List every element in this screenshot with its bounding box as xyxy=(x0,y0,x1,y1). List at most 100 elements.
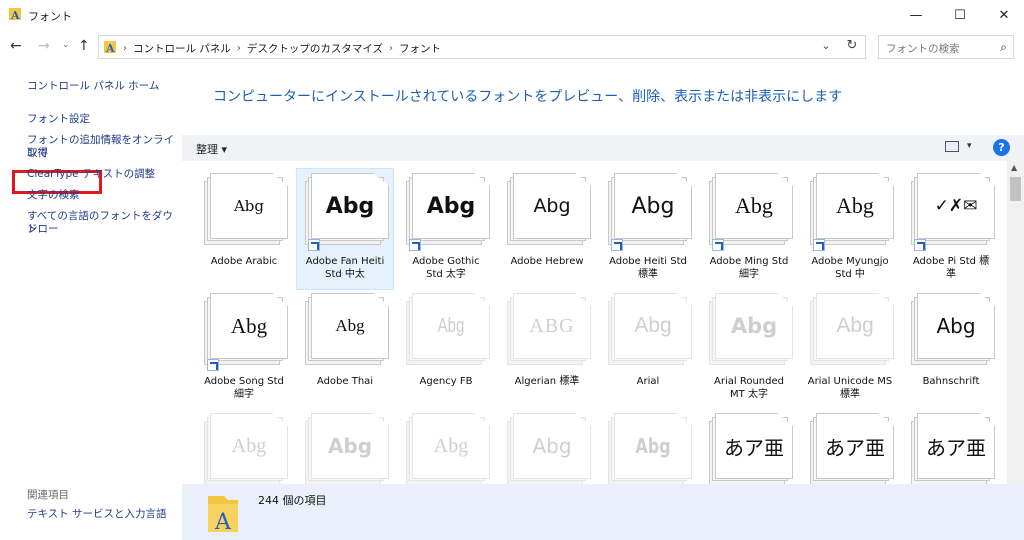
font-sample: あア亜 xyxy=(926,435,986,460)
font-tile[interactable]: ABG Algerian 標準 xyxy=(499,289,595,409)
address-bar[interactable]: A › コントロール パネル › デスクトップのカスタマイズ › フォント ⌄ … xyxy=(98,35,866,59)
minimize-button[interactable]: — xyxy=(894,0,938,30)
font-name-line1: Agency FB xyxy=(419,376,473,387)
font-tile[interactable]: Abg Arial Rounded MT 太字 xyxy=(701,289,797,409)
font-sample: Abg xyxy=(936,314,976,338)
font-tile[interactable]: Abg xyxy=(600,409,696,484)
font-file-icon: Abg xyxy=(608,293,692,367)
font-tile[interactable]: Abg Adobe Ming Std 細字 xyxy=(701,169,797,289)
font-tile[interactable]: Abg Adobe Hebrew xyxy=(499,169,595,289)
refresh-button[interactable]: ↻ xyxy=(841,38,863,56)
search-input[interactable]: フォントの検索 ⌕ xyxy=(878,35,1014,59)
vertical-scrollbar[interactable]: ▲ xyxy=(1007,161,1024,484)
search-icon[interactable]: ⌕ xyxy=(1000,40,1007,55)
font-name-line1: Adobe Ming Std xyxy=(709,256,789,267)
scroll-up-arrow[interactable]: ▲ xyxy=(1011,163,1017,172)
forward-button[interactable]: → xyxy=(38,38,50,54)
close-icon: ✕ xyxy=(998,7,1010,23)
download-all-fonts-link-line2[interactable]: ド xyxy=(27,223,38,236)
shortcut-arrow-icon xyxy=(308,239,320,251)
address-dropdown-button[interactable]: ⌄ xyxy=(815,39,837,57)
font-file-icon: Abg xyxy=(507,413,591,484)
font-sample: Abg xyxy=(735,193,773,218)
font-sample: Abg xyxy=(836,314,874,337)
get-more-fonts-link-line2[interactable]: 取得 xyxy=(27,147,48,160)
fonts-folder-icon: A xyxy=(9,8,21,21)
scroll-thumb[interactable] xyxy=(1010,177,1021,201)
font-tile[interactable]: Abg Adobe Thai xyxy=(297,289,393,409)
font-sample: Abg xyxy=(532,434,572,458)
font-tile[interactable]: あア亜 xyxy=(802,409,898,484)
organize-button[interactable]: 整理 ▾ xyxy=(196,141,227,157)
cleartype-link[interactable]: ClearType テキストの調整 xyxy=(27,168,155,181)
font-name-line2: MT 太字 xyxy=(730,389,768,400)
get-more-fonts-link-line1[interactable]: フォントの追加情報をオンラインで xyxy=(27,134,182,160)
font-name-line2: Std 中 xyxy=(835,269,865,280)
breadcrumb: › コントロール パネル › デスクトップのカスタマイズ › フォント xyxy=(123,41,441,56)
font-name-line1: Bahnschrift xyxy=(922,376,980,387)
font-tile[interactable]: Abg Arial xyxy=(600,289,696,409)
font-file-icon: ABG xyxy=(507,293,591,367)
font-sample: Abg xyxy=(437,314,465,337)
font-name: Adobe Pi Std 標準 xyxy=(903,255,999,281)
font-name: Adobe Song Std 細字 xyxy=(196,375,292,401)
font-sample: Abg xyxy=(836,193,874,218)
font-settings-link[interactable]: フォント設定 xyxy=(27,113,90,126)
font-file-icon: Abg xyxy=(204,173,288,247)
font-sample: Abg xyxy=(533,195,571,217)
font-file-icon: あア亜 xyxy=(810,413,894,484)
font-tile[interactable]: Abg Adobe Arabic xyxy=(196,169,292,289)
font-name: Adobe Fan Heiti Std 中太 xyxy=(297,255,393,281)
font-name: Bahnschrift xyxy=(903,375,999,388)
content-area: コンピューターにインストールされているフォントをプレビュー、削除、表示または非表… xyxy=(182,64,1024,540)
font-tile[interactable]: Abg Adobe Fan Heiti Std 中太 xyxy=(296,168,394,290)
font-tile[interactable]: Abg Arial Unicode MS 標準 xyxy=(802,289,898,409)
font-tile[interactable]: Abg xyxy=(297,409,393,484)
control-panel-home-link[interactable]: コントロール パネル ホーム xyxy=(27,80,159,93)
breadcrumb-desktop-customize[interactable]: デスクトップのカスタマイズ xyxy=(247,41,383,56)
font-sample: Abg xyxy=(635,434,671,458)
font-name: Adobe Heiti Std 標準 xyxy=(600,255,696,281)
font-tile[interactable]: Abg Adobe Myungjo Std 中 xyxy=(802,169,898,289)
view-options-icon[interactable] xyxy=(945,141,959,152)
font-file-icon: Abg xyxy=(305,413,389,484)
breadcrumb-control-panel[interactable]: コントロール パネル xyxy=(133,41,231,56)
font-name-line1: Adobe Arabic xyxy=(210,256,278,267)
font-file-icon: Abg xyxy=(406,293,490,367)
maximize-icon: ☐ xyxy=(954,7,966,23)
svg-text:A: A xyxy=(105,42,115,54)
help-icon[interactable]: ? xyxy=(993,139,1010,156)
view-options-dropdown[interactable]: ▾ xyxy=(967,141,972,151)
font-tile[interactable]: あア亜 xyxy=(903,409,999,484)
font-tile[interactable]: ✓✗✉ Adobe Pi Std 標準 xyxy=(903,169,999,289)
font-name-line1: Adobe Pi Std 標 xyxy=(912,256,990,267)
font-sample: Abg xyxy=(230,313,268,338)
font-tile[interactable]: Abg xyxy=(196,409,292,484)
maximize-button[interactable]: ☐ xyxy=(938,0,982,30)
window-title: フォント xyxy=(28,10,72,23)
font-name-line1: Adobe Gothic xyxy=(412,256,480,267)
font-name-line2: 細字 xyxy=(234,389,254,400)
recent-locations-button[interactable]: ⌄ xyxy=(62,40,70,50)
back-button[interactable]: ← xyxy=(10,38,22,54)
font-tile[interactable]: Abg Adobe Gothic Std 太字 xyxy=(398,169,494,289)
text-services-link[interactable]: テキスト サービスと入力言語 xyxy=(27,508,167,521)
breadcrumb-fonts[interactable]: フォント xyxy=(399,41,441,56)
font-tile[interactable]: Abg Adobe Heiti Std 標準 xyxy=(600,169,696,289)
close-button[interactable]: ✕ xyxy=(982,0,1024,30)
font-tile[interactable]: Abg Adobe Song Std 細字 xyxy=(196,289,292,409)
font-tile[interactable]: Abg Bahnschrift xyxy=(903,289,999,409)
font-tile[interactable]: あア亜 xyxy=(701,409,797,484)
font-sample: あア亜 xyxy=(825,435,885,460)
font-name-line2: 準 xyxy=(946,269,956,280)
font-grid: Abg Adobe Arabic Abg Adobe Fan Heiti Std 中太 A… xyxy=(182,161,1007,484)
download-all-fonts-link-line1[interactable]: すべての言語のフォントをダウンロー xyxy=(27,210,182,236)
find-character-link[interactable]: 文字の検索 xyxy=(27,189,80,202)
font-name-line1: Adobe Song Std xyxy=(204,376,284,387)
font-file-icon: Abg xyxy=(507,173,591,247)
font-tile[interactable]: Abg Agency FB xyxy=(398,289,494,409)
font-tile[interactable]: Abg xyxy=(499,409,595,484)
up-button[interactable]: ↑ xyxy=(78,38,90,54)
font-tile[interactable]: Abg xyxy=(398,409,494,484)
font-sample: Abg xyxy=(233,197,265,215)
